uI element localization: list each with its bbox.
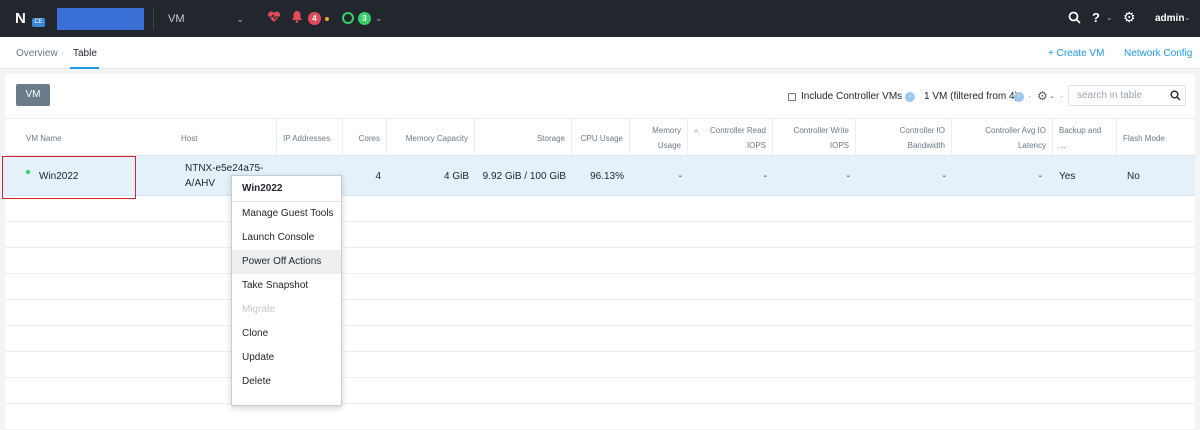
memory-usage-cell: - — [678, 170, 682, 182]
column-header-controller-read-iops[interactable]: ˄ Controller Read IOPS — [688, 119, 773, 157]
table-settings-gear-icon[interactable]: ⚙ — [1037, 89, 1048, 103]
empty-table-row — [5, 352, 1195, 378]
toolbar-separator: · — [1060, 91, 1064, 102]
column-header-controller-avg-io-latency[interactable]: Controller Avg IO Latency — [952, 119, 1053, 157]
column-header-controller-io-bandwidth[interactable]: Controller IO Bandwidth — [856, 119, 952, 157]
create-vm-link[interactable]: + Create VM — [1048, 48, 1104, 59]
column-header-storage[interactable]: Storage — [475, 119, 572, 157]
column-header-backup[interactable]: Backup and ... — [1053, 119, 1117, 157]
top-bar: N CE VM ⌄ 4 3 ⌄ ? ⌄ ⚙ admin ⌄ — [0, 0, 1200, 37]
menu-item-delete[interactable]: Delete — [232, 370, 341, 394]
heart-pulse-icon[interactable] — [267, 11, 281, 26]
menu-item-clone[interactable]: Clone — [232, 322, 341, 346]
network-config-link[interactable]: Network Config — [1124, 48, 1192, 59]
menu-item-launch-console[interactable]: Launch Console — [232, 226, 341, 250]
column-header-vm-name[interactable]: VM Name — [20, 119, 175, 157]
next-page-icon[interactable]: › — [1014, 92, 1024, 102]
controller-avg-io-latency-cell: - — [1038, 170, 1042, 182]
table-header: VM Name Host IP Addresses Cores Memory C… — [5, 118, 1195, 157]
menu-item-power-off-actions[interactable]: Power Off Actions — [232, 250, 341, 274]
user-menu[interactable]: admin — [1155, 13, 1184, 24]
empty-table-row — [5, 378, 1195, 404]
header-divider — [153, 8, 154, 30]
storage-cell: 9.92 GiB / 100 GiB — [482, 170, 566, 182]
menu-item-take-snapshot[interactable]: Take Snapshot — [232, 274, 341, 298]
sort-indicator-icon: ˄ — [694, 127, 699, 136]
empty-table-row — [5, 196, 1195, 222]
nutanix-logo[interactable]: N CE — [15, 10, 45, 27]
edition-badge: CE — [32, 18, 45, 27]
memory-cell: 4 GiB — [443, 170, 469, 182]
chevron-down-icon[interactable]: ⌄ — [1049, 92, 1055, 100]
bell-icon[interactable] — [291, 10, 303, 26]
chevron-down-icon[interactable]: ⌄ — [1106, 13, 1113, 22]
cores-cell: 4 — [375, 170, 381, 182]
chevron-down-icon[interactable]: ⌄ — [1184, 13, 1191, 22]
task-count-badge[interactable]: 3 — [358, 12, 371, 25]
tab-separator: · — [61, 48, 65, 59]
context-menu-title: Win2022 — [242, 183, 283, 194]
include-controller-checkbox[interactable] — [788, 93, 796, 101]
search-icon[interactable] — [1068, 11, 1081, 27]
controller-io-bandwidth-cell: - — [942, 170, 946, 182]
vm-context-menu: Win2022 Manage Guest Tools Launch Consol… — [231, 175, 342, 406]
flash-mode-cell: No — [1127, 170, 1140, 182]
column-header-label: Controller Read IOPS — [709, 126, 766, 150]
previous-page-icon[interactable]: ‹ — [905, 92, 915, 102]
backup-cell: Yes — [1059, 170, 1076, 182]
cluster-name-box[interactable] — [57, 8, 144, 30]
controller-write-iops-cell: - — [846, 170, 850, 182]
tab-overview[interactable]: Overview — [16, 48, 58, 59]
column-header-cpu-usage[interactable]: CPU Usage — [572, 119, 630, 157]
active-tab-indicator — [70, 67, 99, 69]
menu-item-update[interactable]: Update — [232, 346, 341, 370]
column-header-flash-mode[interactable]: Flash Mode — [1117, 119, 1195, 157]
entity-selector-label: VM — [168, 13, 185, 25]
host-name-line1: NTNX-e5e24a75- — [185, 163, 264, 174]
chevron-down-icon[interactable]: ⌄ — [375, 13, 383, 24]
pagination-info: 1 VM (filtered from 4) — [924, 91, 1018, 102]
vm-table-card: VM Include Controller VMs · ‹ 1 VM (filt… — [2, 74, 1195, 430]
entity-selector[interactable]: VM ⌄ — [168, 13, 244, 25]
table-search-input[interactable] — [1077, 90, 1167, 101]
sub-navigation: Overview · Table + Create VM Network Con… — [0, 37, 1200, 69]
column-header-controller-write-iops[interactable]: Controller Write IOPS — [773, 119, 856, 157]
include-controller-label[interactable]: Include Controller VMs — [801, 91, 902, 102]
table-row[interactable]: Win2022 NTNX-e5e24a75- A/AHV 4 4 GiB 9.9… — [5, 156, 1195, 196]
cpu-usage-cell: 96.13% — [590, 170, 624, 182]
controller-read-iops-cell: - — [763, 170, 767, 182]
column-header-memory-capacity[interactable]: Memory Capacity — [387, 119, 475, 157]
empty-table-row — [5, 222, 1195, 248]
empty-table-row — [5, 404, 1195, 430]
warning-dot-icon — [325, 17, 329, 21]
column-header-host[interactable]: Host — [175, 119, 277, 157]
alert-count-badge[interactable]: 4 — [308, 12, 321, 25]
tab-table[interactable]: Table — [73, 48, 97, 59]
empty-table-row — [5, 248, 1195, 274]
column-header-cores[interactable]: Cores — [343, 119, 387, 157]
host-name-line2: A/AHV — [185, 178, 216, 189]
chevron-down-icon: ⌄ — [236, 14, 244, 24]
menu-item-manage-guest-tools[interactable]: Manage Guest Tools — [232, 202, 341, 226]
empty-table-row — [5, 300, 1195, 326]
toolbar-separator: · — [895, 91, 899, 102]
column-header-ip-addresses[interactable]: IP Addresses — [277, 119, 343, 157]
empty-table-row — [5, 274, 1195, 300]
menu-item-migrate: Migrate — [242, 304, 276, 315]
help-icon[interactable]: ? — [1092, 10, 1100, 25]
logo-letter: N — [15, 10, 26, 27]
gear-icon[interactable]: ⚙ — [1123, 9, 1136, 26]
table-search-box[interactable] — [1068, 85, 1186, 106]
vm-filter-button[interactable]: VM — [16, 84, 50, 106]
column-header-memory-usage[interactable]: Memory Usage — [630, 119, 688, 157]
search-icon[interactable] — [1170, 90, 1181, 104]
task-ring-icon[interactable] — [342, 12, 354, 24]
selection-highlight-box — [2, 156, 136, 199]
empty-table-row — [5, 326, 1195, 352]
toolbar-separator: · — [1028, 91, 1032, 102]
